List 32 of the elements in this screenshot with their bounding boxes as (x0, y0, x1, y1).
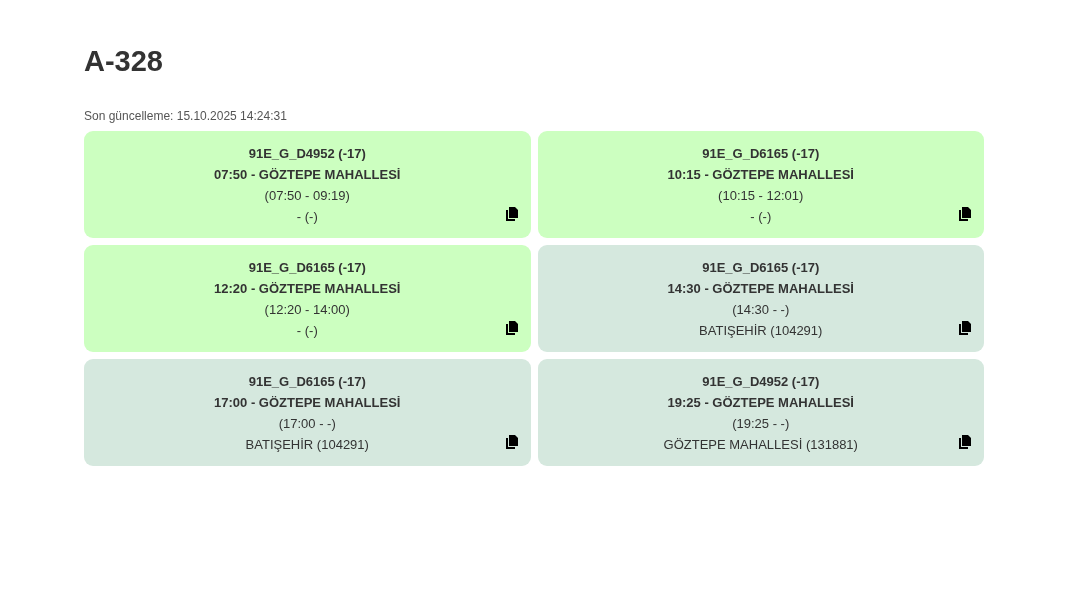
time-range: (12:20 - 14:00) (264, 300, 350, 319)
stop-text: - (-) (296, 207, 318, 226)
stop-text: BATIŞEHİR (104291) (245, 435, 369, 454)
trip-code: 91E_G_D6165 (-17) (248, 258, 366, 277)
copy-icon[interactable] (504, 434, 519, 449)
copy-icon[interactable] (958, 320, 972, 335)
copy-icon[interactable] (504, 320, 519, 335)
trip-code: 91E_G_D6165 (-17) (702, 258, 820, 277)
copy-icon[interactable] (504, 206, 519, 221)
stop-text: GÖZTEPE MAHALLESİ (131881) (663, 435, 858, 454)
departure-text: 10:15 - GÖZTEPE MAHALLESİ (667, 165, 854, 184)
trip-code: 91E_G_D6165 (-17) (248, 372, 366, 391)
departure-text: 19:25 - GÖZTEPE MAHALLESİ (667, 393, 854, 412)
departure-text: 14:30 - GÖZTEPE MAHALLESİ (667, 279, 854, 298)
stop-text: - (-) (750, 207, 772, 226)
time-range: (19:25 - -) (732, 414, 790, 433)
stop-text: BATIŞEHİR (104291) (699, 321, 823, 340)
stop-text: - (-) (296, 321, 318, 340)
time-range: (07:50 - 09:19) (264, 186, 350, 205)
time-range: (17:00 - -) (278, 414, 336, 433)
departure-text: 07:50 - GÖZTEPE MAHALLESİ (214, 165, 401, 184)
copy-icon[interactable] (958, 434, 972, 449)
departure-text: 12:20 - GÖZTEPE MAHALLESİ (214, 279, 401, 298)
trip-code: 91E_G_D6165 (-17) (702, 144, 820, 163)
time-range: (10:15 - 12:01) (718, 186, 804, 205)
copy-icon[interactable] (958, 206, 972, 221)
trip-code: 91E_G_D4952 (-17) (702, 372, 820, 391)
time-range: (14:30 - -) (732, 300, 790, 319)
last-updated-text: Son güncelleme: 15.10.2025 14:24:31 (84, 107, 288, 125)
departure-text: 17:00 - GÖZTEPE MAHALLESİ (214, 393, 401, 412)
page-title: A-328 (84, 44, 164, 79)
trip-code: 91E_G_D4952 (-17) (248, 144, 366, 163)
